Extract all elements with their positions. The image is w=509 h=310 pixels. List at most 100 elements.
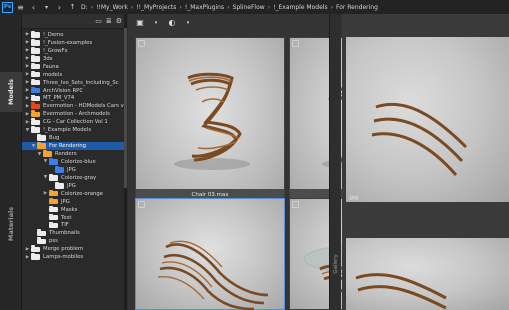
- tree-item-label: Lamps-mobiles: [43, 254, 84, 261]
- photoshop-icon[interactable]: Ps: [2, 1, 13, 13]
- tree-item[interactable]: JPG: [22, 181, 126, 190]
- tree-item[interactable]: ▶ Lamps-mobiles: [22, 253, 126, 261]
- breadcrumb-item[interactable]: SplineFlow: [230, 4, 268, 11]
- tree-item[interactable]: Masks: [22, 205, 126, 214]
- tab-models[interactable]: Models: [0, 72, 22, 112]
- tree-item[interactable]: ▼ !_Example Models: [22, 126, 126, 134]
- tree-item[interactable]: ▼ Colorize-gray: [22, 173, 126, 182]
- chair-model-render: [157, 240, 269, 310]
- chevron-right-icon[interactable]: ▶: [24, 64, 31, 69]
- breadcrumb-current[interactable]: For Rendering: [333, 4, 381, 11]
- chevron-right-icon[interactable]: ▶: [24, 56, 31, 61]
- chevron-right-icon[interactable]: ▶: [24, 48, 31, 53]
- chevron-right-icon[interactable]: ▶: [24, 255, 31, 260]
- chevron-down-icon[interactable]: ▼: [30, 144, 37, 149]
- forward-arrow-icon[interactable]: ›: [54, 2, 65, 13]
- chevron-right-icon[interactable]: ▶: [24, 80, 31, 85]
- image-view-icon[interactable]: ▣: [134, 17, 146, 28]
- chevron-right-icon[interactable]: ▶: [24, 104, 31, 109]
- chevron-down-icon[interactable]: ▾: [182, 17, 194, 28]
- breadcrumb-item[interactable]: !_MaxPlugins: [182, 4, 227, 11]
- tree-item[interactable]: ▶ Merge problem: [22, 245, 126, 253]
- tree-item[interactable]: ▶ ArchVision RPC: [22, 86, 126, 95]
- preview-image[interactable]: .jpg: [346, 37, 509, 202]
- checkbox-icon[interactable]: [292, 201, 299, 208]
- breadcrumb-item[interactable]: !!My_Work: [93, 4, 131, 11]
- chevron-right-icon[interactable]: ▶: [24, 40, 31, 45]
- thumbnail-card[interactable]: Chair 03.max: [135, 37, 285, 202]
- tree-toolbar: ▭ ≣ ⚙: [22, 14, 126, 29]
- tree-item[interactable]: ▶ Evermotion - HDModels Cars v: [22, 102, 126, 110]
- breadcrumb-item[interactable]: !!_MyProjects: [133, 4, 179, 11]
- folder-icon: [31, 118, 40, 126]
- settings-gear-icon[interactable]: ⚙: [116, 17, 122, 25]
- chair-model-render: [371, 102, 468, 176]
- chevron-right-icon[interactable]: ▶: [24, 247, 31, 252]
- tree-item[interactable]: ▶ Three_Ivo_Sets_Including_Sc: [22, 78, 126, 87]
- tree-item[interactable]: Test: [22, 213, 126, 222]
- tree-item[interactable]: TIF: [22, 221, 126, 230]
- tree-item[interactable]: Bug: [22, 134, 126, 142]
- tree-item[interactable]: ▶ CG - Car Collection Vol 1: [22, 118, 126, 126]
- chevron-down-icon[interactable]: ▾: [41, 2, 52, 13]
- tree-item[interactable]: ▶ Evermotion - Archmodels: [22, 110, 126, 118]
- tree-item[interactable]: ▶ Fauna: [22, 62, 126, 71]
- chevron-right-icon[interactable]: ▶: [24, 112, 31, 117]
- tree-item[interactable]: ▶ !_GrowFx: [22, 46, 126, 55]
- chevron-right-icon[interactable]: ▶: [24, 96, 31, 101]
- chevron-right-icon[interactable]: ▶: [24, 32, 31, 37]
- preview-image[interactable]: [346, 238, 509, 310]
- tree-item-label: pss: [49, 238, 58, 245]
- breadcrumb-drive[interactable]: D:: [78, 4, 91, 11]
- up-arrow-icon[interactable]: ↑: [67, 2, 78, 13]
- preview-panel: .jpg: [342, 14, 509, 310]
- tree-scrollbar[interactable]: [124, 14, 127, 310]
- tree-item[interactable]: JPG: [22, 165, 126, 174]
- chevron-down-icon[interactable]: ▼: [36, 152, 43, 157]
- tree-item[interactable]: ▼ Colorize-blue: [22, 158, 126, 166]
- thumbnail-card[interactable]: [135, 198, 285, 310]
- tree-item-label: models: [43, 71, 63, 78]
- folder-icon: [31, 54, 40, 62]
- tree-item[interactable]: pss: [22, 237, 126, 245]
- tree-item[interactable]: Thumbnails: [22, 229, 126, 237]
- thumbnail-image: [136, 199, 284, 310]
- tree-item[interactable]: JPG: [22, 197, 126, 206]
- chevron-down-icon[interactable]: ▼: [24, 128, 31, 133]
- tree-item-label: CG - Car Collection Vol 1: [43, 119, 108, 126]
- tree-item-label: Masks: [61, 206, 78, 213]
- tree-item[interactable]: ▼ Renders: [22, 150, 126, 158]
- tree-item[interactable]: ▶ !_Fusion-examples: [22, 38, 126, 47]
- tree-item-label: !_Fusion-examples: [43, 39, 93, 46]
- checkbox-icon[interactable]: [138, 201, 145, 208]
- folder-icon: [31, 110, 40, 118]
- breadcrumb-item[interactable]: !_Example Models: [270, 4, 330, 11]
- tab-gallery[interactable]: Gallery: [330, 244, 342, 284]
- chevron-down-icon[interactable]: ▼: [42, 159, 49, 164]
- tree-item-label: JPG: [67, 166, 76, 173]
- checkbox-icon[interactable]: [292, 40, 299, 47]
- back-arrow-icon[interactable]: ‹: [28, 2, 39, 13]
- chevron-right-icon[interactable]: ▶: [24, 120, 31, 125]
- tree-item[interactable]: ▶ 3ds: [22, 54, 126, 63]
- list-view-icon[interactable]: ≣: [106, 17, 112, 25]
- chevron-down-icon[interactable]: ▾: [150, 17, 162, 28]
- chevron-right-icon[interactable]: ▶: [24, 72, 31, 77]
- thumbnail-image: [136, 38, 284, 201]
- tree-item[interactable]: ▶ Colorize-orange: [22, 189, 126, 198]
- tree-item[interactable]: ▼ For Rendering: [22, 142, 126, 151]
- tree-item[interactable]: ▶ MT_PM_V74: [22, 94, 126, 103]
- tree-item[interactable]: ▶ !_Demo: [22, 31, 126, 39]
- checkbox-icon[interactable]: [138, 40, 145, 47]
- folder-icon: [37, 229, 46, 237]
- tab-materials[interactable]: Materials: [0, 204, 22, 244]
- render-icon[interactable]: ◐: [166, 17, 178, 28]
- chevron-down-icon[interactable]: ▼: [42, 175, 49, 180]
- scrollbar-thumb[interactable]: [124, 28, 127, 188]
- menu-icon[interactable]: ≡: [15, 2, 26, 13]
- chevron-right-icon[interactable]: ▶: [42, 191, 49, 196]
- tree-item[interactable]: ▶ models: [22, 70, 126, 79]
- chevron-right-icon[interactable]: ▶: [24, 88, 31, 93]
- folder-icon: [49, 221, 58, 229]
- new-folder-icon[interactable]: ▭: [95, 17, 102, 25]
